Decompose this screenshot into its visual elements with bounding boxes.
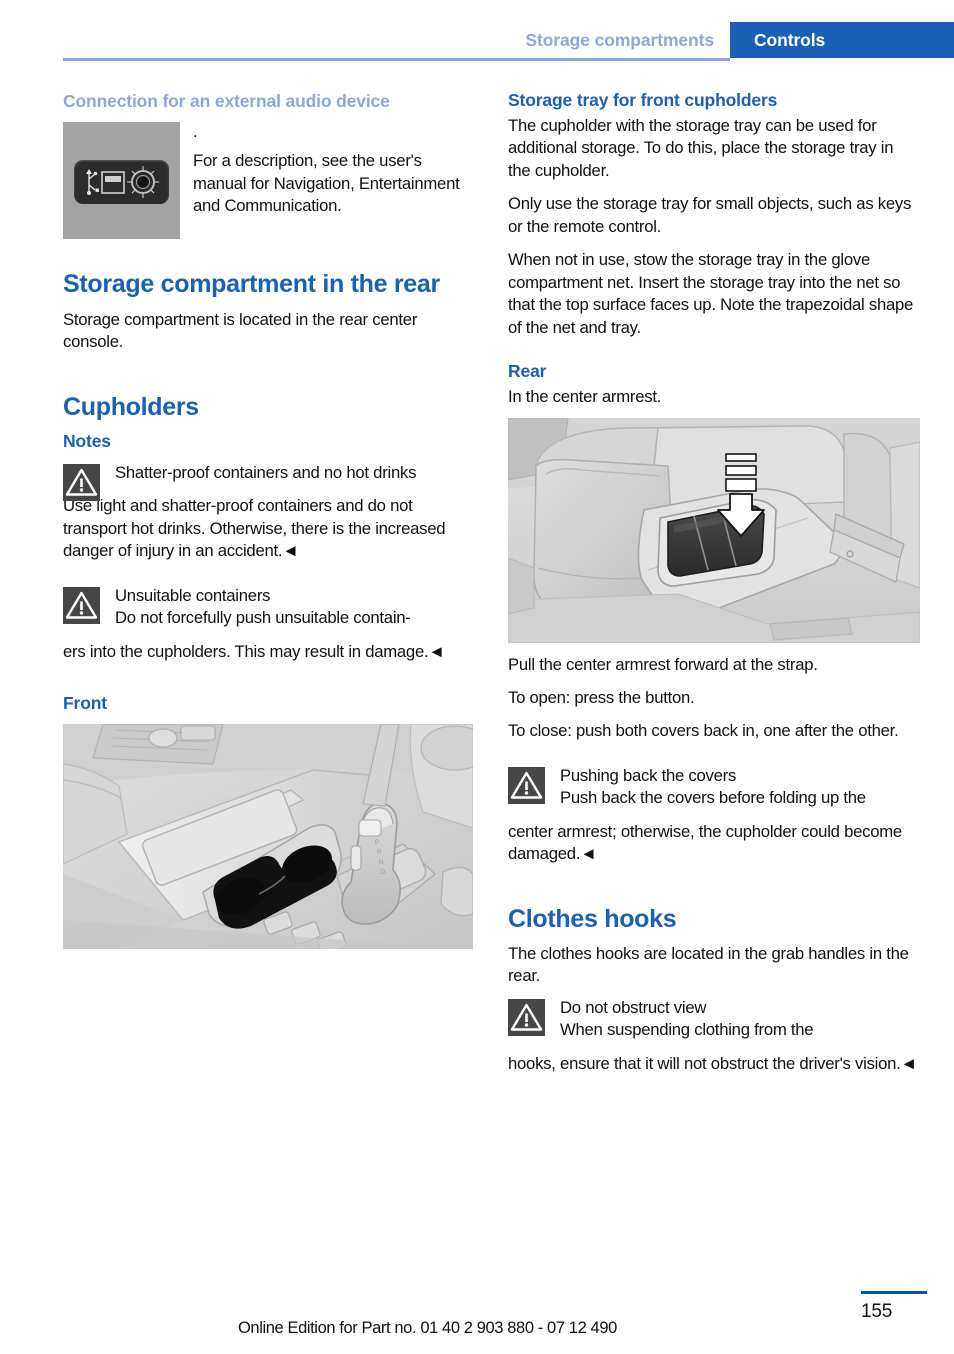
rear-armrest-illustration <box>508 417 920 643</box>
header-divider-rule <box>63 57 730 61</box>
header-tab-bar: Storage compartments Controls <box>0 22 954 58</box>
text-rear-center-armrest: In the center armrest. <box>508 387 662 407</box>
warning-body-rest: ers into the cupholders. This may result… <box>63 641 445 661</box>
text-tray-paragraph-2: Only use the storage tray for small obje… <box>508 194 912 236</box>
text-clothes-hooks-location: The clothes hooks are located in the gra… <box>508 943 909 986</box>
warning-block-do-not-obstruct-view: Do not obstruct view When suspending clo… <box>508 997 920 1042</box>
footer-edition-note: Online Edition for Part no. 01 40 2 903 … <box>238 1319 617 1337</box>
warning-body: Use light and shatter-proof containers a… <box>63 496 446 561</box>
warning-block-shatter-proof: Shatter-proof containers and no hot drin… <box>63 462 475 501</box>
page-header: Storage compartments Controls <box>0 0 954 72</box>
svg-text:P: P <box>375 840 379 846</box>
warning-body-rest: hooks, ensure that it will not obstruct … <box>508 1053 917 1073</box>
svg-text:D: D <box>381 870 386 876</box>
warning-body-first-line: Push back the covers before folding up t… <box>560 788 866 808</box>
warning-body-rest: center armrest; otherwise, the cupholder… <box>508 821 902 864</box>
svg-text:R: R <box>377 850 382 856</box>
text-pull-armrest: Pull the center armrest forward at the s… <box>508 654 818 674</box>
left-column: Connection for an external audio device <box>63 90 475 949</box>
svg-text:N: N <box>379 860 383 866</box>
heading-front: Front <box>63 692 107 713</box>
warning-title: Pushing back the covers <box>560 765 737 785</box>
heading-rear: Rear <box>508 361 547 382</box>
page-footer: 155 Online Edition for Part no. 01 40 2 … <box>0 1285 954 1354</box>
breadcrumb-storage-compartments[interactable]: Storage compartments <box>525 22 730 58</box>
page-number: 155 <box>861 1301 893 1322</box>
text-to-close: To close: push both covers back in, one … <box>508 721 899 741</box>
warning-title: Do not obstruct view <box>560 997 707 1017</box>
tab-controls[interactable]: Controls <box>730 22 954 58</box>
warning-triangle-icon <box>63 586 100 624</box>
heading-storage-tray-front-cupholders: Storage tray for front cupholders <box>508 90 778 110</box>
text-tray-paragraph-3: When not in use, stow the storage tray i… <box>508 250 914 337</box>
figure-aux-usb-port: . For a description, see the user's manu… <box>63 122 475 242</box>
warning-title: Shatter-proof containers and no hot drin… <box>115 462 417 482</box>
warning-block-pushing-back-covers: Pushing back the covers Push back the co… <box>508 765 920 810</box>
text-storage-compartment-rear: Storage compartment is located in the re… <box>63 309 418 352</box>
right-column: Storage tray for front cupholders The cu… <box>508 90 920 1086</box>
text-tray-paragraph-1: The cupholder with the storage tray can … <box>508 116 894 180</box>
warning-body-first-line: When suspending clothing from the <box>560 1020 814 1040</box>
warning-triangle-icon <box>63 463 100 501</box>
page-number-rule <box>861 1291 927 1294</box>
warning-title: Unsuitable containers <box>115 585 271 605</box>
warning-block-unsuitable-containers: Unsuitable containers Do not forcefully … <box>63 585 475 630</box>
aux-port-image <box>63 122 180 240</box>
heading-notes: Notes <box>63 430 111 451</box>
heading-storage-compartment-rear: Storage compartment in the rear <box>63 270 440 299</box>
heading-cupholders: Cupholders <box>63 392 199 421</box>
front-cupholder-illustration: PR ND <box>63 723 473 949</box>
heading-clothes-hooks: Clothes hooks <box>508 904 677 933</box>
heading-external-audio-device: Connection for an external audio device <box>63 91 390 111</box>
warning-body-first-line: Do not forcefully push unsuitable contai… <box>115 608 411 628</box>
warning-triangle-icon <box>508 998 545 1036</box>
usb-aux-port-icon <box>74 160 169 205</box>
warning-triangle-icon <box>508 766 545 804</box>
text-to-open: To open: press the button. <box>508 687 695 707</box>
